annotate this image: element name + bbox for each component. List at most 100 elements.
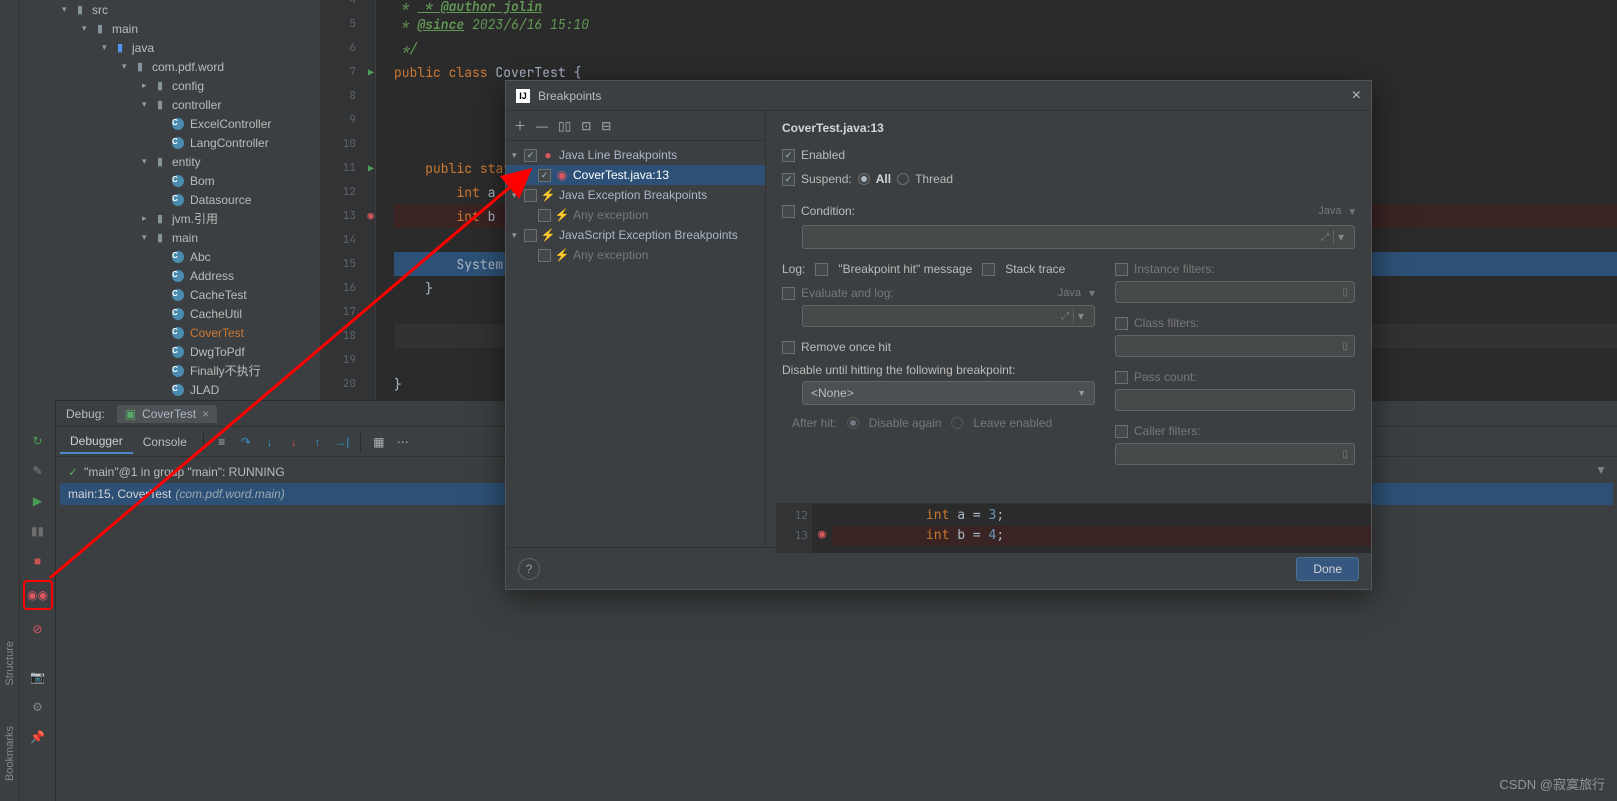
gutter-line[interactable]: 18 xyxy=(321,324,376,348)
condition-input[interactable]: ⤢▾ xyxy=(802,225,1355,249)
gutter-line[interactable]: 6 xyxy=(321,36,376,60)
checkbox[interactable] xyxy=(538,209,551,222)
gutter[interactable]: 4 5 6 7▶ 8 9 10 11▶ 12 13◉ 14 15 16 17 1… xyxy=(321,0,376,400)
bookmarks-tab[interactable]: Bookmarks xyxy=(4,726,16,781)
instance-filter-input[interactable]: ▯ xyxy=(1115,281,1355,303)
radio-leave[interactable] xyxy=(951,417,963,429)
checkbox[interactable] xyxy=(1115,263,1128,276)
gutter-line[interactable]: 19 xyxy=(321,348,376,372)
chevron-down-icon[interactable]: ▾ xyxy=(1073,309,1088,323)
close-icon[interactable]: × xyxy=(202,407,209,421)
tree-pkg[interactable]: ▾▮com.pdf.word xyxy=(20,57,320,76)
checkbox[interactable] xyxy=(782,205,795,218)
step-icon[interactable]: ≡ xyxy=(211,431,233,453)
checkbox[interactable] xyxy=(782,341,795,354)
bp-group-java-line[interactable]: ▾●Java Line Breakpoints xyxy=(506,145,765,165)
step-out-icon[interactable]: ↑ xyxy=(307,431,329,453)
expand-icon[interactable]: ⊡ xyxy=(581,119,591,133)
tree-cu[interactable]: CCacheUtil xyxy=(20,304,320,323)
gutter-line[interactable]: 7▶ xyxy=(321,60,376,84)
radio-all[interactable] xyxy=(858,173,870,185)
gutter-line[interactable]: 10 xyxy=(321,132,376,156)
tree-cover[interactable]: CCoverTest xyxy=(20,323,320,342)
gutter-line[interactable]: 9 xyxy=(321,108,376,132)
force-step-icon[interactable]: ↓ xyxy=(283,431,305,453)
mute-breakpoints-button[interactable]: ⊘ xyxy=(27,618,49,640)
more-icon[interactable]: ⋯ xyxy=(392,431,414,453)
checkbox[interactable] xyxy=(782,149,795,162)
checkbox[interactable] xyxy=(538,169,551,182)
pin-icon[interactable]: 📌 xyxy=(27,726,49,748)
modify-button[interactable]: ✎ xyxy=(27,460,49,482)
bp-item[interactable]: ◉CoverTest.java:13 xyxy=(506,165,765,185)
tree-lang[interactable]: CLangController xyxy=(20,133,320,152)
step-over-icon[interactable]: ↷ xyxy=(235,431,257,453)
checkbox[interactable] xyxy=(1115,317,1128,330)
stop-button[interactable]: ■ xyxy=(27,550,49,572)
collapse-icon[interactable]: ⊟ xyxy=(601,119,611,133)
close-icon[interactable]: × xyxy=(1352,87,1361,105)
debugger-tab[interactable]: Debugger xyxy=(60,430,133,454)
bp-group-java-ex[interactable]: ▾⚡Java Exception Breakpoints xyxy=(506,185,765,205)
gutter-line[interactable]: 20 xyxy=(321,372,376,396)
debug-run-tab[interactable]: ▣ CoverTest × xyxy=(117,405,217,423)
structure-tab[interactable]: Structure xyxy=(4,641,16,686)
breakpoint-tree[interactable]: ▾●Java Line Breakpoints ◉CoverTest.java:… xyxy=(506,141,765,547)
expand-icon[interactable]: ⤢ xyxy=(1321,232,1329,243)
view-breakpoints-button[interactable]: ◉◉ xyxy=(23,580,53,610)
bp-group-js-ex[interactable]: ▾⚡JavaScript Exception Breakpoints xyxy=(506,225,765,245)
gutter-line[interactable]: 14 xyxy=(321,228,376,252)
tree-controller[interactable]: ▾▮controller xyxy=(20,95,320,114)
tree-excel[interactable]: CExcelController xyxy=(20,114,320,133)
gutter-line[interactable]: 13◉ xyxy=(321,204,376,228)
run-icon[interactable]: ▶ xyxy=(368,162,374,175)
tree-dwg[interactable]: CDwgToPdf xyxy=(20,342,320,361)
gutter-line[interactable]: 4 xyxy=(321,0,376,12)
evaluate-icon[interactable]: ▦ xyxy=(368,431,390,453)
tree-abc[interactable]: CAbc xyxy=(20,247,320,266)
gutter-line[interactable]: 5 xyxy=(321,12,376,36)
remove-breakpoint-icon[interactable]: — xyxy=(536,119,548,133)
checkbox[interactable] xyxy=(538,249,551,262)
disable-until-select[interactable]: <None>▼ xyxy=(802,381,1095,405)
console-tab[interactable]: Console xyxy=(133,431,197,453)
dialog-titlebar[interactable]: IJ Breakpoints × xyxy=(506,81,1371,111)
camera-icon[interactable]: 📷 xyxy=(27,666,49,688)
chevron-down-icon[interactable]: ▾ xyxy=(1333,230,1348,244)
tree-fin[interactable]: CFinally不执行 xyxy=(20,361,320,380)
bp-item[interactable]: ⚡Any exception xyxy=(506,245,765,265)
checkbox[interactable] xyxy=(524,149,537,162)
checkbox[interactable] xyxy=(815,263,828,276)
gutter-line[interactable]: 12 xyxy=(321,180,376,204)
chevron-down-icon[interactable]: ▾ xyxy=(1089,286,1095,300)
gutter-line[interactable]: 11▶ xyxy=(321,156,376,180)
tree-entity[interactable]: ▾▮entity xyxy=(20,152,320,171)
folder-icon[interactable]: ▯ xyxy=(1342,287,1348,298)
gutter-line[interactable]: 8 xyxy=(321,84,376,108)
help-button[interactable]: ? xyxy=(518,558,540,580)
run-icon[interactable]: ▶ xyxy=(368,66,374,79)
resume-button[interactable]: ▶ xyxy=(27,490,49,512)
breakpoint-icon[interactable]: ◉ xyxy=(367,209,374,223)
step-into-icon[interactable]: ↓ xyxy=(259,431,281,453)
checkbox[interactable] xyxy=(524,189,537,202)
settings-icon[interactable]: ⚙ xyxy=(27,696,49,718)
checkbox[interactable] xyxy=(982,263,995,276)
group-icon[interactable]: ▯▯ xyxy=(558,119,571,133)
gutter-line[interactable]: 16 xyxy=(321,276,376,300)
gutter-line[interactable]: 17 xyxy=(321,300,376,324)
rerun-button[interactable]: ↻ xyxy=(27,430,49,452)
tree-config[interactable]: ▸▮config xyxy=(20,76,320,95)
tree-jvm[interactable]: ▸▮jvm.引用 xyxy=(20,209,320,228)
tree-mainpkg[interactable]: ▾▮main xyxy=(20,228,320,247)
checkbox[interactable] xyxy=(782,173,795,186)
run-to-cursor-icon[interactable]: →| xyxy=(331,431,353,453)
pause-button[interactable]: ▮▮ xyxy=(27,520,49,542)
tree-bom[interactable]: CBom xyxy=(20,171,320,190)
tree-jlad[interactable]: CJLAD xyxy=(20,380,320,399)
caller-filter-input[interactable]: ▯ xyxy=(1115,443,1355,465)
filter-icon[interactable]: ▼ xyxy=(1595,463,1607,477)
class-filter-input[interactable]: ▯ xyxy=(1115,335,1355,357)
tree-ct[interactable]: CCacheTest xyxy=(20,285,320,304)
enabled-row[interactable]: Enabled xyxy=(782,143,1355,167)
